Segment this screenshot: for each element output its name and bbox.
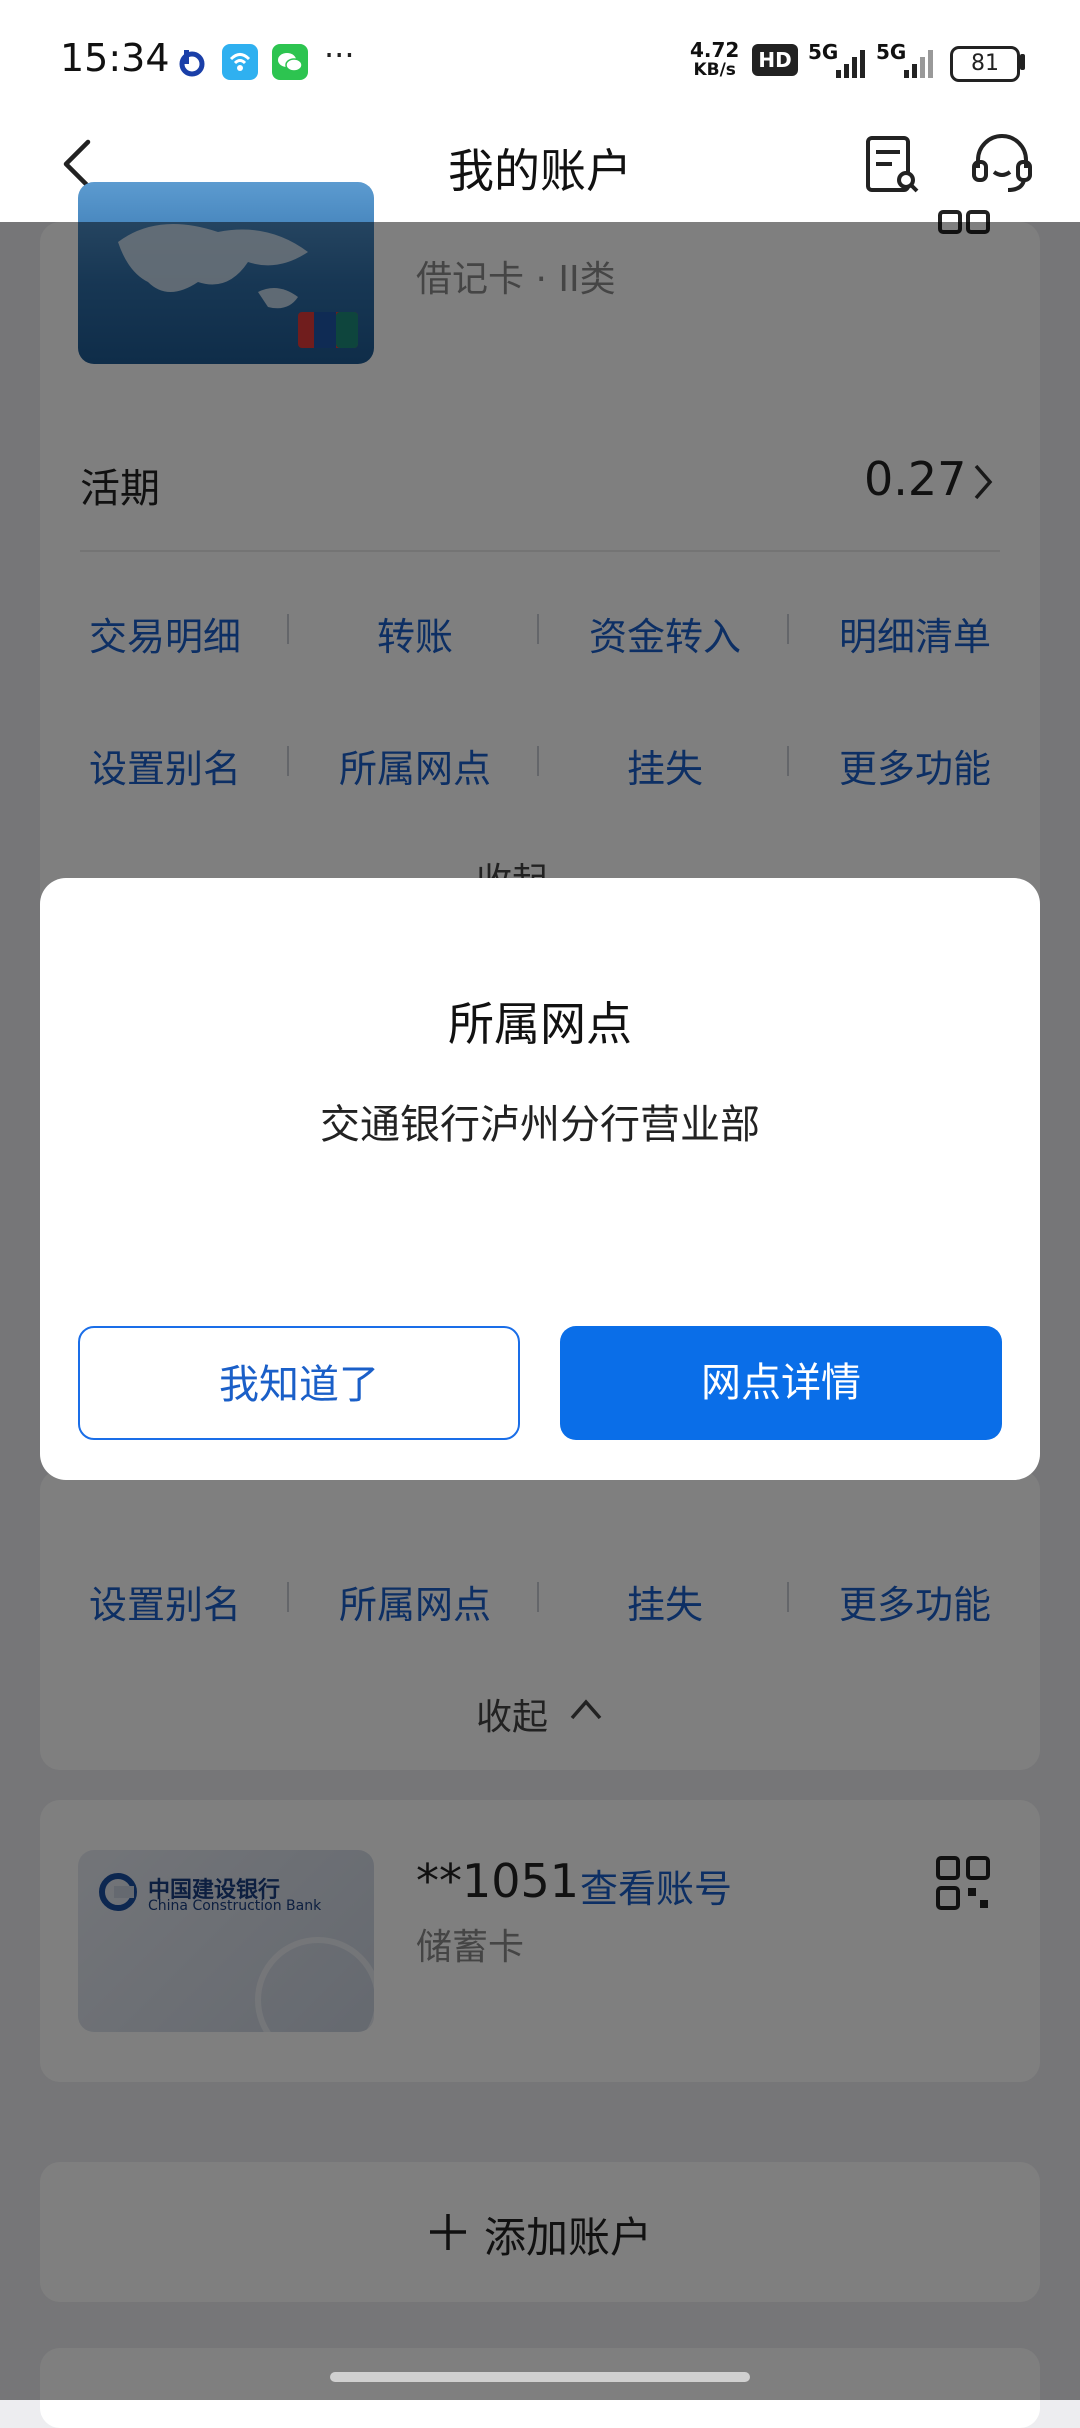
got-it-button[interactable]: 我知道了 bbox=[78, 1326, 520, 1440]
signal-5g-2: 5G bbox=[876, 40, 907, 64]
status-time: 15:34 bbox=[60, 36, 170, 80]
home-indicator[interactable] bbox=[330, 2372, 750, 2382]
customer-service-icon[interactable] bbox=[968, 130, 1036, 198]
battery-icon: 81 bbox=[950, 46, 1020, 82]
net-speed-unit: KB/s bbox=[693, 60, 736, 80]
wechat-notification-icon bbox=[272, 44, 308, 80]
dialog-message: 交通银行泸州分行营业部 bbox=[320, 1102, 760, 1148]
signal-bars-icon-2 bbox=[904, 50, 933, 78]
net-speed-value: 4.72 bbox=[690, 38, 740, 62]
dialog-title: 所属网点 bbox=[448, 997, 632, 1051]
branch-detail-button[interactable]: 网点详情 bbox=[560, 1326, 1002, 1440]
more-notifications-icon: ··· bbox=[324, 36, 355, 74]
wifi-app-notification-icon bbox=[222, 44, 258, 80]
signal-bars-icon-1 bbox=[836, 50, 865, 78]
hd-voice-icon: HD bbox=[752, 44, 798, 76]
signal-5g-1: 5G bbox=[808, 40, 839, 64]
app-notification-icon bbox=[174, 44, 210, 80]
bill-search-icon[interactable] bbox=[862, 130, 922, 198]
battery-tip bbox=[1020, 54, 1025, 70]
network-speed: 4.72 KB/s bbox=[690, 40, 739, 80]
